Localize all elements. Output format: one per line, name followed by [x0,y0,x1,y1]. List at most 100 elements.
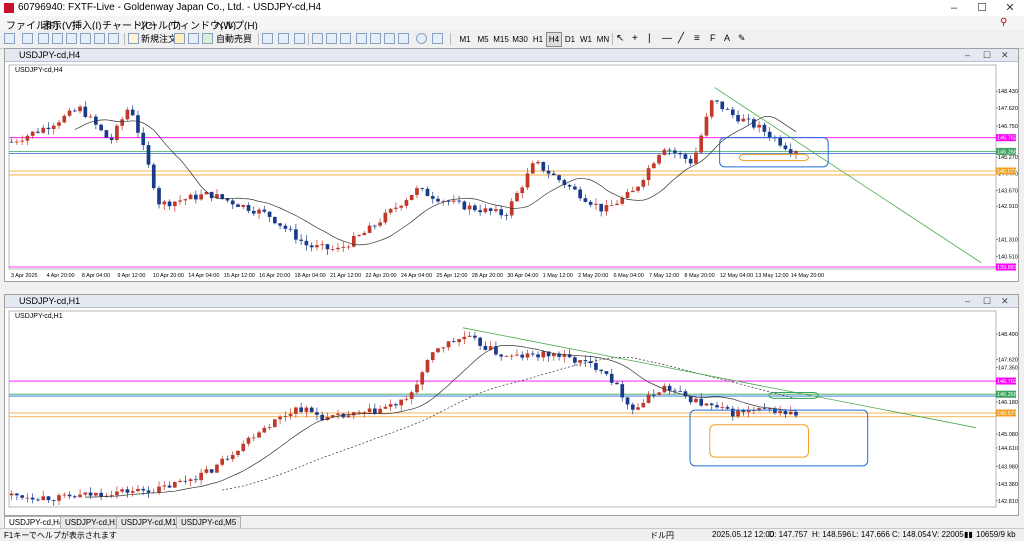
candle-body[interactable] [641,402,646,408]
price-chart-h1[interactable]: USDJPY-cd,H1 148.490 147.620147.350 146.180… [5,307,1018,515]
candle-body[interactable] [304,407,309,412]
candle-body[interactable] [667,149,672,151]
window-close-button[interactable]: ✕ [1001,49,1009,61]
candle-body[interactable] [199,472,203,481]
plot-area[interactable] [8,310,997,508]
candle-body[interactable] [346,415,351,418]
candle-body[interactable] [741,410,746,413]
candle-body[interactable] [620,384,625,398]
candle-body[interactable] [146,145,151,165]
candle-body[interactable] [257,432,261,438]
candle-body[interactable] [715,405,719,408]
candle-body[interactable] [325,244,330,250]
candle-body[interactable] [246,205,251,211]
new-order-icon[interactable] [128,33,139,44]
candle-body[interactable] [357,412,361,413]
candle-body[interactable] [515,354,519,356]
candle-body[interactable] [267,211,272,217]
candle-body[interactable] [136,488,140,492]
candle-body[interactable] [67,110,72,116]
candle-body[interactable] [30,497,35,500]
candle-body[interactable] [399,205,404,208]
candle-body[interactable] [383,406,388,409]
candle-body[interactable] [36,499,40,501]
candle-body[interactable] [20,140,25,142]
profiles-icon[interactable] [22,33,33,44]
trendline-icon[interactable]: ╱ [678,33,689,44]
candle-body[interactable] [320,414,325,421]
candle-body[interactable] [9,493,14,496]
candle-body[interactable] [172,201,177,207]
candle-body[interactable] [599,203,604,212]
candle-body[interactable] [262,209,267,212]
candle-body[interactable] [30,131,35,136]
candle-body[interactable] [615,382,619,385]
candle-body[interactable] [146,490,151,493]
candle-body[interactable] [657,154,661,164]
candle-body[interactable] [378,222,382,226]
candle-body[interactable] [288,228,293,230]
candle-body[interactable] [183,199,188,201]
candle-body[interactable] [783,145,788,150]
candle-body[interactable] [151,164,156,189]
candle-body[interactable] [88,492,93,496]
candle-body[interactable] [157,486,161,493]
candle-body[interactable] [473,205,477,211]
candle-body[interactable] [272,419,277,428]
candle-body[interactable] [157,188,161,205]
candle-body[interactable] [578,189,582,199]
candle-body[interactable] [394,404,398,406]
candle-body[interactable] [420,188,425,189]
candle-body[interactable] [94,492,98,496]
candle-body[interactable] [557,175,561,181]
help-search-icon[interactable]: ⚲ [1000,17,1007,28]
candle-body[interactable] [78,106,82,112]
candle-body[interactable] [446,341,451,348]
candle-body[interactable] [72,110,77,112]
candle-body[interactable] [125,489,130,493]
candle-body[interactable] [225,458,230,460]
candle-body[interactable] [46,127,51,130]
candle-body[interactable] [57,122,61,126]
candle-body[interactable] [220,458,225,465]
autoscroll-icon[interactable] [356,33,367,44]
candle-body[interactable] [336,247,340,250]
candle-body[interactable] [315,412,319,415]
candle-body[interactable] [588,201,593,205]
candle-body[interactable] [351,235,356,247]
candle-body[interactable] [778,411,783,413]
candle-body[interactable] [636,186,640,191]
candle-body[interactable] [625,397,630,405]
candle-body[interactable] [683,154,688,159]
candlestick-icon[interactable] [278,33,289,44]
candle-body[interactable] [646,168,651,181]
candle-body[interactable] [583,198,588,202]
templates-icon[interactable] [432,33,443,44]
candle-body[interactable] [457,200,461,202]
candle-body[interactable] [504,215,509,217]
fibonacci-icon[interactable]: F [710,33,721,44]
new-chart-icon[interactable] [4,33,15,44]
candle-body[interactable] [25,497,30,499]
candle-body[interactable] [451,200,456,202]
candle-body[interactable] [67,494,72,497]
timeframe-w1-button[interactable]: W1 [578,32,594,47]
candle-body[interactable] [762,408,767,409]
candle-body[interactable] [551,173,556,176]
candle-body[interactable] [362,232,367,236]
candle-body[interactable] [436,348,440,353]
candle-body[interactable] [278,416,282,420]
candle-body[interactable] [541,161,546,171]
candle-body[interactable] [430,352,435,360]
timeframe-d1-button[interactable]: D1 [562,32,578,47]
candle-body[interactable] [630,404,635,410]
candle-body[interactable] [699,398,704,406]
timeframe-m15-button[interactable]: M15 [491,32,511,47]
cursor-icon[interactable]: ↖ [616,33,627,44]
candle-body[interactable] [530,163,535,174]
candle-body[interactable] [246,437,251,444]
candle-body[interactable] [362,412,367,413]
candle-body[interactable] [336,413,340,416]
candle-body[interactable] [567,354,572,358]
candle-body[interactable] [373,408,377,414]
